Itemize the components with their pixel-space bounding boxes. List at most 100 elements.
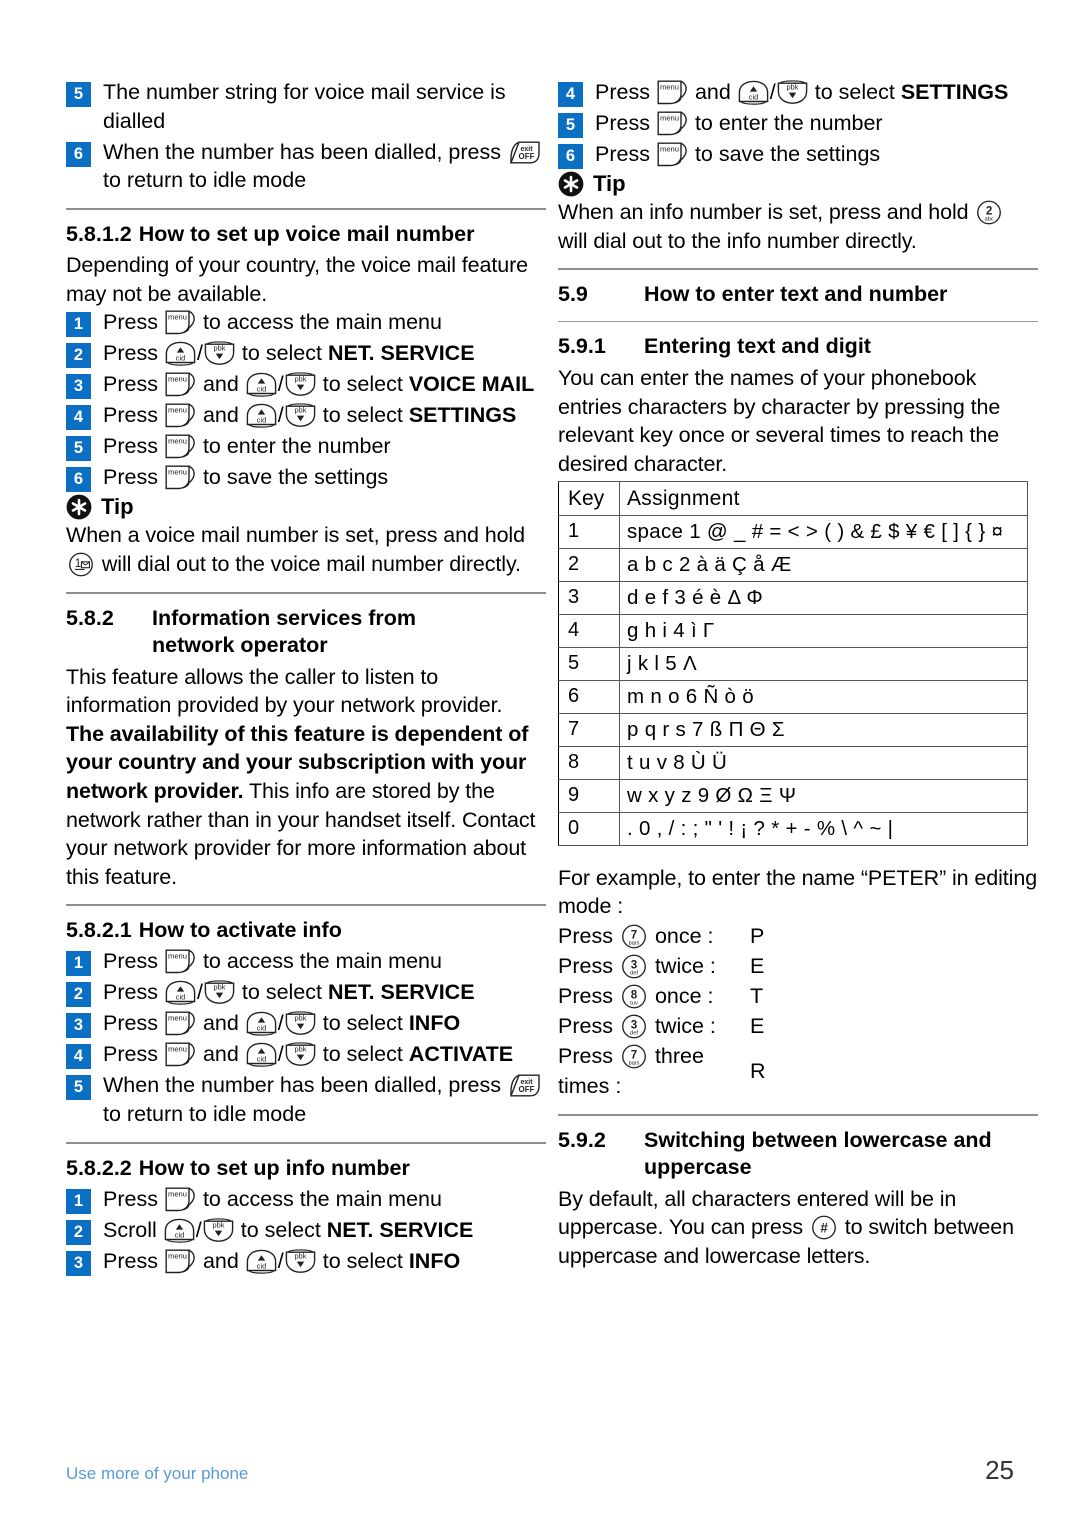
step-badge: 3: [66, 1250, 91, 1276]
up-cid-key-icon: [246, 1011, 277, 1037]
example-row: Press 7 pqrs three times : R: [558, 1041, 1038, 1101]
example-press-label: Press 8 tuv once :: [558, 983, 714, 1009]
step-text: Press and / to select INFO: [103, 1248, 461, 1274]
down-pbk-key-icon: [777, 80, 808, 105]
menu-option-label: NET. SERVICE: [326, 1217, 474, 1242]
step-text: Press to access the main menu: [103, 949, 442, 974]
example-row: Press 8 tuv once : T: [558, 981, 1038, 1011]
heading-title: How to activate info: [138, 918, 342, 943]
column-header-assignment: Assignment: [619, 480, 1028, 516]
menu-option-label: NET. SERVICE: [327, 980, 475, 1005]
cell-key: 9: [558, 778, 620, 813]
menu-key-icon: [165, 1042, 196, 1067]
down-pbk-key-icon: [285, 1011, 316, 1036]
table-row: 0 . 0 , / : ; " ' ! ¡ ? * + - % \ ^ ~ |: [558, 811, 1028, 846]
exit-off-key-icon: [508, 140, 541, 165]
step-text: Press to access the main menu: [103, 310, 442, 335]
list-item: 4 Press and / to select SETTINGS: [558, 78, 1038, 107]
list-item: 3 Press and / to select INFO: [66, 1009, 546, 1039]
step-badge: 5: [66, 436, 91, 462]
heading-5-8-1-2: 5.8.1.2 How to set up voice mail number: [66, 221, 546, 248]
step-badge: 6: [66, 141, 91, 167]
list-item: 5 When the number has been dialled, pres…: [66, 1071, 546, 1129]
step-text: Press and / to select SETTINGS: [103, 403, 517, 429]
example-press-label: Press 7 pqrs once :: [558, 923, 714, 949]
svg-text:tuv: tuv: [630, 1000, 638, 1006]
down-pbk-key-icon: [285, 372, 316, 397]
asterisk-icon: [558, 171, 584, 197]
digit-3-def-key-icon: 3 def: [620, 1014, 648, 1039]
list-item: 3 Press and / to select INFO: [66, 1247, 546, 1276]
heading-title: Information services from network operat…: [152, 605, 417, 657]
menu-key-icon: [165, 949, 196, 974]
cell-key: 8: [558, 745, 620, 780]
tip-header: Tip: [66, 494, 546, 520]
step-text: When the number has been dialled, press …: [103, 138, 546, 196]
step-badge: 1: [66, 312, 91, 338]
section-divider: [558, 268, 1038, 271]
menu-option-label: NET. SERVICE: [327, 341, 475, 366]
up-cid-key-icon: [246, 1249, 277, 1274]
step-text: Press and / to select SETTINGS: [595, 80, 1009, 105]
step-badge: 2: [66, 343, 91, 369]
up-cid-key-icon: [246, 372, 277, 398]
svg-text:2: 2: [986, 204, 992, 217]
step-text: Press and / to select INFO: [103, 1011, 461, 1037]
page-number: 25: [985, 1455, 1014, 1485]
up-cid-key-icon: [165, 341, 196, 367]
menu-option-label: SETTINGS: [900, 80, 1009, 104]
cell-assignment: space 1 @ _ # = < > ( ) & £ $ ¥ € [ ] { …: [619, 514, 1028, 549]
heading-5-8-2: 5.8.2 Information services from network …: [66, 605, 546, 659]
menu-key-icon: [165, 434, 196, 459]
svg-text:8: 8: [631, 988, 638, 1001]
tip-body: When an info number is set, press and ho…: [558, 198, 1038, 255]
manual-page: 5 The number string for voice mail servi…: [0, 0, 1080, 1527]
svg-text:def: def: [630, 1030, 638, 1036]
heading-title: Switching between lowercase and uppercas…: [644, 1127, 992, 1179]
heading-number: 5.8.2.2: [66, 1155, 132, 1180]
step-text: Scroll / to select NET. SERVICE: [103, 1217, 474, 1243]
heading-number: 5.9.2: [558, 1127, 606, 1152]
section-divider: [66, 591, 546, 594]
list-item: 4 Press and / to select SETTINGS: [66, 401, 546, 431]
step-badge: 3: [66, 374, 91, 400]
two-column-body: 5 The number string for voice mail servi…: [0, 78, 1080, 1278]
example-result: R: [750, 1058, 766, 1083]
example-row: Press 3 def twice : E: [558, 1011, 1038, 1041]
list-item: 2 Scroll / to select NET. SERVICE: [66, 1216, 546, 1245]
section-divider: [66, 208, 546, 211]
menu-option-label: INFO: [408, 1248, 461, 1273]
step-text: Press / to select NET. SERVICE: [103, 341, 475, 367]
digit-3-def-key-icon: 3 def: [620, 954, 648, 979]
svg-text:abc: abc: [985, 217, 994, 223]
digit-7-pqrs-key-icon: 7 pqrs: [620, 924, 648, 949]
up-cid-key-icon: [165, 980, 196, 1006]
step-text: Press to save the settings: [103, 465, 389, 490]
step-badge: 1: [66, 1188, 91, 1214]
heading-5-9-2: 5.9.2 Switching between lowercase and up…: [558, 1127, 1038, 1181]
table-row: 4 g h i 4 ì Γ: [558, 613, 1028, 648]
right-column: 4 Press and / to select SETTINGS 5 Press…: [558, 78, 1038, 1278]
list-item: 6 When the number has been dialled, pres…: [66, 138, 546, 196]
cell-key: 2: [558, 547, 620, 582]
example-result: E: [750, 953, 765, 978]
svg-text:3: 3: [631, 1018, 638, 1031]
table-row: 5 j k l 5 Λ: [558, 646, 1028, 681]
footer-chapter-label: Use more of your phone: [66, 1464, 249, 1483]
svg-text:7: 7: [631, 1048, 637, 1061]
step-badge: 1: [66, 951, 91, 977]
menu-key-icon: [165, 1187, 196, 1212]
menu-key-icon: [165, 372, 196, 397]
example-row: Press 3 def twice : E: [558, 951, 1038, 981]
step-text: When the number has been dialled, press …: [103, 1071, 546, 1129]
heading-number: 5.8.2.1: [66, 918, 132, 943]
list-item: 5 Press to enter the number: [558, 109, 1038, 138]
down-pbk-key-icon: [285, 1042, 316, 1067]
list-item: 1 Press to access the main menu: [66, 308, 546, 338]
section-divider: [66, 904, 546, 907]
list-item: 1 Press to access the main menu: [66, 947, 546, 977]
down-pbk-key-icon: [285, 1249, 316, 1274]
list-item: 6 Press to save the settings: [558, 140, 1038, 169]
cell-assignment: w x y z 9 Ø Ω Ξ Ψ: [619, 778, 1028, 813]
cell-assignment: . 0 , / : ; " ' ! ¡ ? * + - % \ ^ ~ |: [619, 811, 1028, 846]
